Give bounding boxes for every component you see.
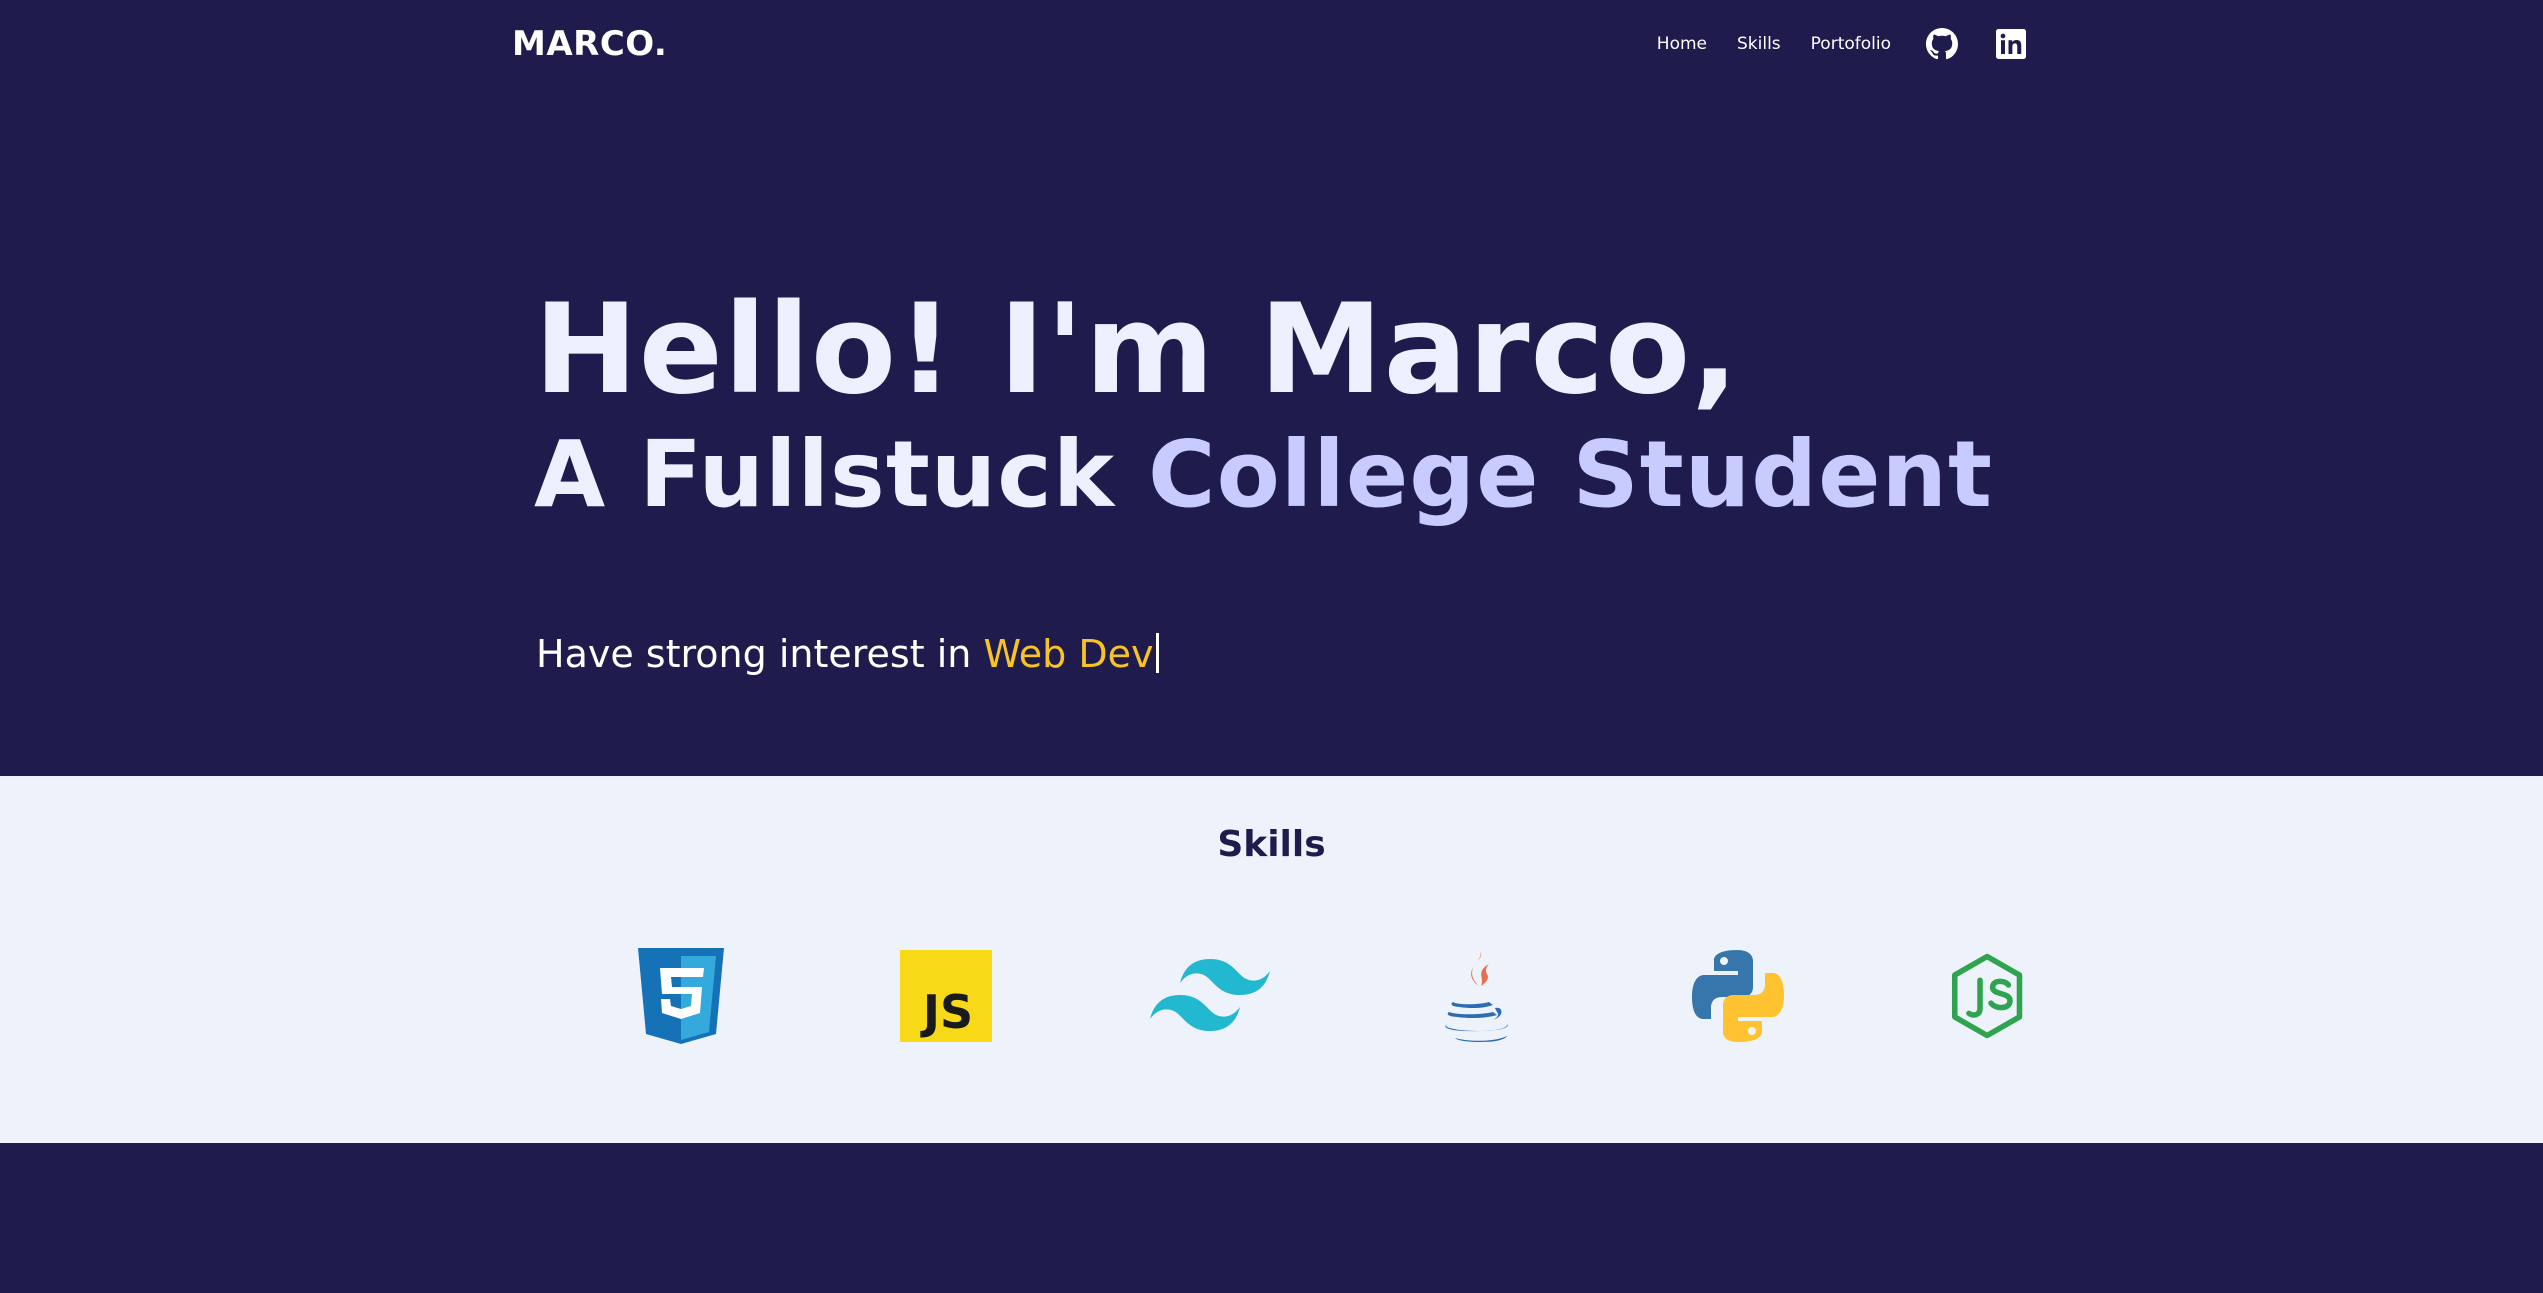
footer-band: [0, 1143, 2543, 1293]
skills-section: Skills JS: [0, 776, 2543, 1143]
javascript-icon-text: JS: [920, 985, 973, 1039]
linkedin-icon[interactable]: [1993, 26, 2029, 62]
hero-tagline-accent: College Student: [1148, 421, 1993, 528]
site-logo[interactable]: MARCO.: [512, 22, 667, 66]
java-icon: [1430, 944, 1520, 1048]
hero-section: Hello! I'm Marco, A Fullstuck College St…: [0, 90, 2543, 776]
typing-caret: [1155, 633, 1159, 673]
github-icon[interactable]: [1924, 26, 1960, 62]
python-icon: [1690, 944, 1786, 1048]
hero-greeting: Hello! I'm Marco,: [534, 278, 1740, 422]
nav-link-skills[interactable]: Skills: [1737, 26, 1781, 62]
javascript-icon: JS: [900, 944, 992, 1048]
hero-subtitle-prefix: Have strong interest in: [536, 632, 972, 676]
hero-subtitle-highlight: Web Dev: [983, 632, 1154, 676]
nav-link-home[interactable]: Home: [1657, 26, 1707, 62]
tailwind-icon: [1150, 944, 1270, 1048]
skills-title: Skills: [1217, 824, 1326, 865]
hero-subtitle: Have strong interest in Web Dev: [536, 626, 1159, 682]
hero-tagline-plain: A Fullstuck: [534, 421, 1116, 528]
hero-tagline: A Fullstuck College Student: [534, 415, 1993, 535]
nodejs-icon: [1950, 944, 2025, 1048]
nav-links: Home Skills Portofolio: [1657, 26, 2029, 62]
css3-icon: [638, 944, 724, 1048]
navbar: MARCO. Home Skills Portofolio: [0, 0, 2543, 90]
nav-link-portofolio[interactable]: Portofolio: [1811, 26, 1891, 62]
